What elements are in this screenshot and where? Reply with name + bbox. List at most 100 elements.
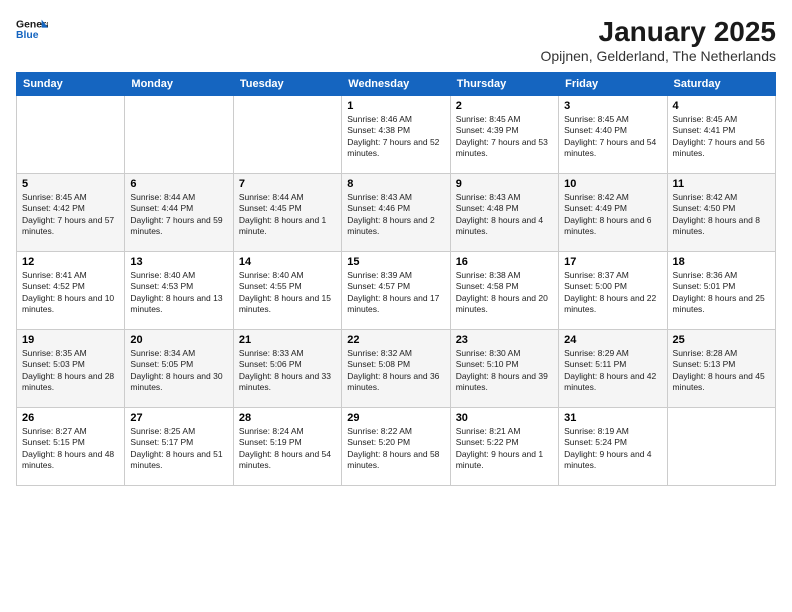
page: General Blue January 2025 Opijnen, Gelde… (0, 0, 792, 612)
cell-info: Sunrise: 8:27 AMSunset: 5:15 PMDaylight:… (22, 426, 119, 472)
table-row: 9 Sunrise: 8:43 AMSunset: 4:48 PMDaylight… (450, 174, 558, 252)
cell-date: 23 (456, 334, 553, 346)
table-row (125, 96, 233, 174)
cell-info: Sunrise: 8:46 AMSunset: 4:38 PMDaylight:… (347, 114, 444, 160)
table-row: 16Sunrise: 8:38 AMSunset: 4:58 PMDayligh… (450, 252, 558, 330)
table-row: 18 Sunrise: 8:36 AMSunset: 5:01 PMDayligh… (667, 252, 775, 330)
cell-date: 25 (673, 334, 770, 346)
cell-info: Sunrise: 8:42 AMSunset: 4:49 PMDaylight:… (564, 192, 661, 238)
cell-date: 4 (673, 100, 770, 112)
cell-info: Sunrise: 8:34 AMSunset: 5:05 PMDaylight:… (130, 348, 227, 394)
table-row: 28Sunrise: 8:24 AMSunset: 5:19 PMDayligh… (233, 408, 341, 486)
title-location: Opijnen, Gelderland, The Netherlands (540, 48, 776, 64)
cell-date: 15 (347, 256, 444, 268)
table-row: 15 Sunrise: 8:39 AMSunset: 4:57 PMDayligh… (342, 252, 450, 330)
table-row: 17 Sunrise: 8:37 AMSunset: 5:00 PMDayligh… (559, 252, 667, 330)
table-row: 27 Sunrise: 8:25 AMSunset: 5:17 PMDayligh… (125, 408, 233, 486)
cell-date: 17 (564, 256, 661, 268)
table-row: 6 Sunrise: 8:44 AMSunset: 4:44 PMDaylight… (125, 174, 233, 252)
cell-date: 3 (564, 100, 661, 112)
col-friday: Friday (559, 73, 667, 96)
cell-date: 8 (347, 178, 444, 190)
table-row: 30 Sunrise: 8:21 AMSunset: 5:22 PMDayligh… (450, 408, 558, 486)
table-row: 29 Sunrise: 8:22 AMSunset: 5:20 PMDayligh… (342, 408, 450, 486)
cell-date: 26 (22, 412, 119, 424)
table-row: 10 Sunrise: 8:42 AMSunset: 4:49 PMDayligh… (559, 174, 667, 252)
cell-date: 14 (239, 256, 336, 268)
table-row: 3 Sunrise: 8:45 AMSunset: 4:40 PMDaylight… (559, 96, 667, 174)
week-row-3: 12Sunrise: 8:41 AMSunset: 4:52 PMDayligh… (17, 252, 776, 330)
table-row: 24 Sunrise: 8:29 AMSunset: 5:11 PMDayligh… (559, 330, 667, 408)
cell-info: Sunrise: 8:33 AMSunset: 5:06 PMDaylight:… (239, 348, 336, 394)
cell-info: Sunrise: 8:45 AMSunset: 4:39 PMDaylight:… (456, 114, 553, 160)
cell-info: Sunrise: 8:44 AMSunset: 4:44 PMDaylight:… (130, 192, 227, 238)
cell-info: Sunrise: 8:19 AMSunset: 5:24 PMDaylight:… (564, 426, 661, 472)
cell-date: 2 (456, 100, 553, 112)
cell-date: 19 (22, 334, 119, 346)
week-row-1: 1Sunrise: 8:46 AMSunset: 4:38 PMDaylight… (17, 96, 776, 174)
cell-date: 31 (564, 412, 661, 424)
cell-info: Sunrise: 8:42 AMSunset: 4:50 PMDaylight:… (673, 192, 770, 238)
table-row: 23 Sunrise: 8:30 AMSunset: 5:10 PMDayligh… (450, 330, 558, 408)
svg-text:Blue: Blue (16, 30, 39, 41)
cell-date: 24 (564, 334, 661, 346)
cell-date: 22 (347, 334, 444, 346)
cell-date: 9 (456, 178, 553, 190)
table-row: 5Sunrise: 8:45 AMSunset: 4:42 PMDaylight… (17, 174, 125, 252)
cell-info: Sunrise: 8:45 AMSunset: 4:40 PMDaylight:… (564, 114, 661, 160)
cell-info: Sunrise: 8:43 AMSunset: 4:46 PMDaylight:… (347, 192, 444, 238)
cell-info: Sunrise: 8:29 AMSunset: 5:11 PMDaylight:… (564, 348, 661, 394)
cell-info: Sunrise: 8:38 AMSunset: 4:58 PMDaylight:… (456, 270, 553, 316)
cell-info: Sunrise: 8:25 AMSunset: 5:17 PMDaylight:… (130, 426, 227, 472)
cell-info: Sunrise: 8:35 AMSunset: 5:03 PMDaylight:… (22, 348, 119, 394)
col-tuesday: Tuesday (233, 73, 341, 96)
cell-info: Sunrise: 8:21 AMSunset: 5:22 PMDaylight:… (456, 426, 553, 472)
cell-info: Sunrise: 8:44 AMSunset: 4:45 PMDaylight:… (239, 192, 336, 238)
cell-info: Sunrise: 8:45 AMSunset: 4:41 PMDaylight:… (673, 114, 770, 160)
cell-info: Sunrise: 8:36 AMSunset: 5:01 PMDaylight:… (673, 270, 770, 316)
table-row: 13Sunrise: 8:40 AMSunset: 4:53 PMDayligh… (125, 252, 233, 330)
cell-date: 27 (130, 412, 227, 424)
cell-date: 6 (130, 178, 227, 190)
cell-info: Sunrise: 8:39 AMSunset: 4:57 PMDaylight:… (347, 270, 444, 316)
cell-info: Sunrise: 8:37 AMSunset: 5:00 PMDaylight:… (564, 270, 661, 316)
cell-date: 18 (673, 256, 770, 268)
col-wednesday: Wednesday (342, 73, 450, 96)
table-row: 19 Sunrise: 8:35 AMSunset: 5:03 PMDayligh… (17, 330, 125, 408)
cell-info: Sunrise: 8:40 AMSunset: 4:55 PMDaylight:… (239, 270, 336, 316)
cell-info: Sunrise: 8:28 AMSunset: 5:13 PMDaylight:… (673, 348, 770, 394)
cell-date: 29 (347, 412, 444, 424)
table-row (667, 408, 775, 486)
week-row-5: 26 Sunrise: 8:27 AMSunset: 5:15 PMDayligh… (17, 408, 776, 486)
calendar-table: Sunday Monday Tuesday Wednesday Thursday… (16, 72, 776, 486)
cell-info: Sunrise: 8:30 AMSunset: 5:10 PMDaylight:… (456, 348, 553, 394)
table-row (233, 96, 341, 174)
calendar-header-row: Sunday Monday Tuesday Wednesday Thursday… (17, 73, 776, 96)
cell-info: Sunrise: 8:43 AMSunset: 4:48 PMDaylight:… (456, 192, 553, 238)
table-row: 1Sunrise: 8:46 AMSunset: 4:38 PMDaylight… (342, 96, 450, 174)
table-row: 25 Sunrise: 8:28 AMSunset: 5:13 PMDayligh… (667, 330, 775, 408)
cell-date: 30 (456, 412, 553, 424)
table-row: 8 Sunrise: 8:43 AMSunset: 4:46 PMDaylight… (342, 174, 450, 252)
cell-info: Sunrise: 8:32 AMSunset: 5:08 PMDaylight:… (347, 348, 444, 394)
table-row: 22 Sunrise: 8:32 AMSunset: 5:08 PMDayligh… (342, 330, 450, 408)
table-row: 21 Sunrise: 8:33 AMSunset: 5:06 PMDayligh… (233, 330, 341, 408)
col-saturday: Saturday (667, 73, 775, 96)
title-month: January 2025 (540, 16, 776, 48)
generalblue-logo-icon: General Blue (16, 16, 48, 44)
cell-info: Sunrise: 8:22 AMSunset: 5:20 PMDaylight:… (347, 426, 444, 472)
cell-date: 28 (239, 412, 336, 424)
logo: General Blue (16, 16, 48, 44)
cell-info: Sunrise: 8:41 AMSunset: 4:52 PMDaylight:… (22, 270, 119, 316)
cell-date: 10 (564, 178, 661, 190)
col-thursday: Thursday (450, 73, 558, 96)
table-row: 2 Sunrise: 8:45 AMSunset: 4:39 PMDaylight… (450, 96, 558, 174)
table-row: 11 Sunrise: 8:42 AMSunset: 4:50 PMDayligh… (667, 174, 775, 252)
table-row: 4 Sunrise: 8:45 AMSunset: 4:41 PMDaylight… (667, 96, 775, 174)
week-row-4: 19 Sunrise: 8:35 AMSunset: 5:03 PMDayligh… (17, 330, 776, 408)
cell-date: 21 (239, 334, 336, 346)
table-row: 12Sunrise: 8:41 AMSunset: 4:52 PMDayligh… (17, 252, 125, 330)
cell-date: 11 (673, 178, 770, 190)
cell-info: Sunrise: 8:40 AMSunset: 4:53 PMDaylight:… (130, 270, 227, 316)
cell-date: 5 (22, 178, 119, 190)
